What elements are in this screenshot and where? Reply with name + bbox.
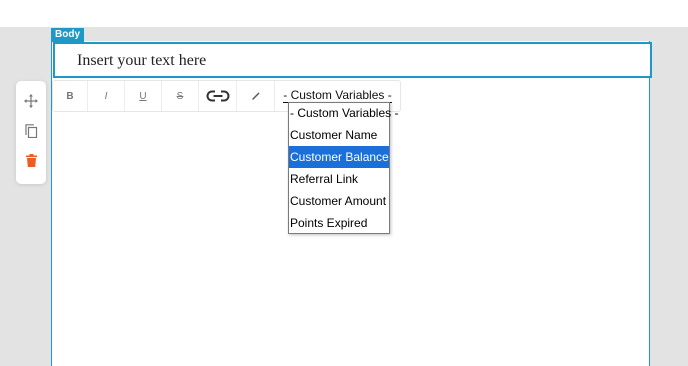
- pencil-icon: [251, 92, 259, 100]
- italic-button[interactable]: I: [88, 81, 125, 111]
- dropdown-option[interactable]: Customer Amount: [289, 190, 389, 212]
- underline-button[interactable]: U: [125, 81, 162, 111]
- clear-format-button[interactable]: [237, 81, 275, 111]
- top-strip: [0, 0, 688, 27]
- custom-variables-dropdown: - Custom Variables - Customer Name Custo…: [288, 102, 398, 234]
- dropdown-option[interactable]: Referral Link: [289, 168, 389, 190]
- link-button[interactable]: [199, 81, 237, 111]
- dropdown-option-selected[interactable]: Customer Balance: [289, 146, 389, 168]
- dropdown-option[interactable]: - Custom Variables -: [289, 103, 398, 124]
- trash-icon[interactable]: [23, 152, 39, 168]
- body-label: Body: [51, 28, 84, 42]
- block-actions-toolbar: [16, 81, 46, 184]
- strikethrough-button[interactable]: S: [162, 81, 199, 111]
- dropdown-option[interactable]: Customer Name: [289, 124, 389, 146]
- link-icon: [206, 90, 229, 102]
- text-block-content[interactable]: Insert your text here: [77, 52, 206, 70]
- bold-button[interactable]: B: [53, 81, 88, 111]
- move-icon[interactable]: [23, 93, 39, 109]
- dropdown-option[interactable]: Points Expired: [289, 212, 389, 234]
- custom-variables-value: - Custom Variables -: [283, 88, 392, 103]
- copy-icon[interactable]: [23, 123, 39, 139]
- text-block[interactable]: Insert your text here: [53, 42, 652, 78]
